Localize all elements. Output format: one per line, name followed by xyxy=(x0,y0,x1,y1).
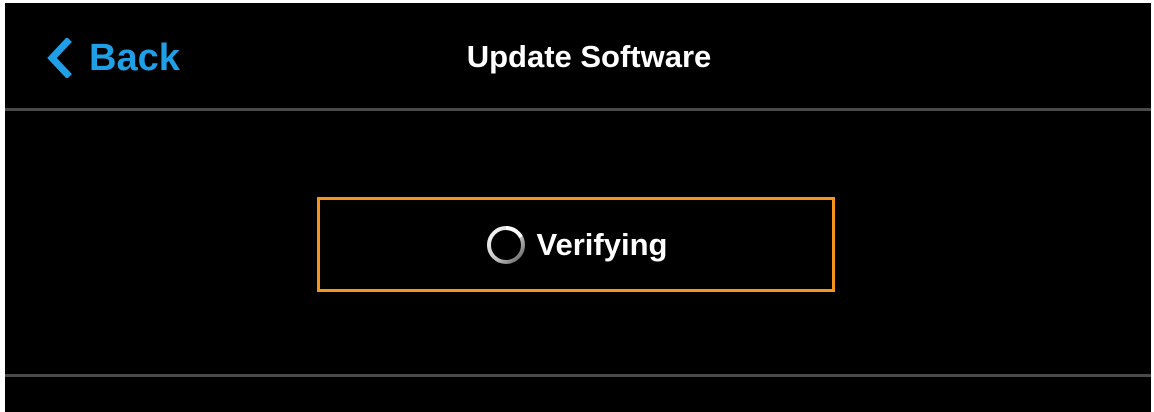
device-screen: Back Update Software Verifying xyxy=(5,3,1151,412)
header-divider xyxy=(5,108,1151,111)
page-title: Update Software xyxy=(466,39,712,74)
spinner-icon xyxy=(485,224,527,266)
status-text: Verifying xyxy=(536,226,668,262)
footer-divider xyxy=(5,374,1151,377)
header-bar: Back Update Software xyxy=(5,3,1151,109)
verifying-status-box: Verifying xyxy=(317,197,835,292)
